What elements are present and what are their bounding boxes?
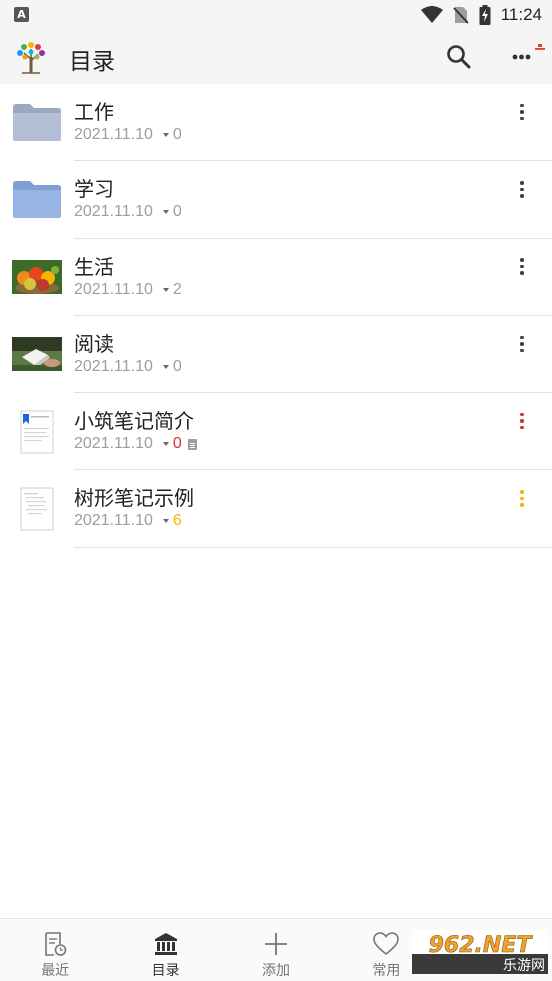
heart-icon (373, 932, 400, 956)
item-more-button[interactable] (508, 407, 536, 435)
add-icon (264, 933, 287, 955)
item-more-button[interactable] (508, 175, 536, 203)
item-meta: 2021.11.10 0 (74, 203, 182, 221)
list-item[interactable]: 生活 2021.11.10 2 (0, 239, 552, 316)
divider (74, 546, 552, 548)
item-date: 2021.11.10 (74, 203, 153, 221)
caret-down-icon (162, 442, 169, 447)
item-count: 6 (172, 512, 182, 530)
tree-logo-icon (17, 42, 45, 74)
status-bar: A 11:24 (0, 0, 552, 30)
battery-charging-icon (479, 5, 491, 25)
item-title: 工作 (74, 100, 114, 124)
wifi-icon (420, 6, 443, 23)
no-sim-icon (453, 7, 469, 24)
nav-favorites-label: 常用 (372, 963, 401, 979)
app-bar: 目录 (0, 30, 552, 84)
item-meta: 2021.11.10 6 (74, 512, 182, 530)
item-count: 0 (172, 126, 182, 143)
note-page-icon (20, 410, 54, 454)
document-icon (187, 438, 197, 450)
upload-badge-icon (535, 44, 545, 50)
nav-recent-label: 最近 (41, 963, 70, 979)
watermark-top-text: 962.NET (429, 933, 534, 958)
list-item[interactable]: 小筑笔记简介 2021.11.10 0 (0, 393, 552, 471)
item-date: 2021.11.10 (74, 126, 153, 143)
item-title: 小筑笔记简介 (74, 409, 194, 434)
item-title: 树形笔记示例 (74, 486, 194, 511)
note-page-icon (20, 487, 54, 531)
nav-catalog-label: 目录 (151, 963, 180, 979)
list-item[interactable]: 树形笔记示例 2021.11.10 6 (0, 470, 552, 548)
folder-icon (13, 181, 61, 219)
item-more-button[interactable] (508, 484, 536, 512)
accessibility-a-icon: A (14, 7, 29, 22)
item-meta: 2021.11.10 0 (74, 126, 182, 144)
item-meta: 2021.11.10 0 (74, 358, 182, 376)
caret-down-icon (162, 287, 169, 292)
item-date: 2021.11.10 (74, 280, 153, 298)
item-count: 0 (172, 203, 182, 221)
item-more-button[interactable] (508, 98, 536, 126)
item-date: 2021.11.10 (74, 435, 153, 453)
item-date: 2021.11.10 (74, 357, 153, 375)
page-title: 目录 (69, 49, 115, 75)
nav-add-label: 添加 (261, 963, 290, 979)
recent-icon (45, 932, 67, 956)
watermark-logo: 962.NET 乐游网 (412, 930, 548, 974)
list-item[interactable]: 阅读 2021.11.10 0 (0, 316, 552, 394)
item-more-button[interactable] (508, 330, 536, 358)
search-icon[interactable] (444, 42, 474, 72)
list-item[interactable]: 学习 2021.11.10 0 (0, 161, 552, 239)
item-count: 0 (172, 435, 182, 453)
fruit-photo (12, 259, 62, 294)
caret-down-icon (162, 210, 169, 215)
item-meta: 2021.11.10 2 (74, 281, 182, 299)
reading-photo (12, 336, 62, 371)
watermark-bottom-text: 乐游网 (503, 958, 545, 974)
item-title: 生活 (74, 254, 114, 279)
more-icon[interactable] (506, 44, 546, 74)
nav-recent[interactable]: 最近 (0, 919, 110, 981)
item-count: 0 (172, 357, 182, 375)
item-meta: 2021.11.10 0 (74, 435, 197, 453)
nav-add[interactable]: 添加 (221, 919, 331, 981)
item-more-button[interactable] (508, 253, 536, 281)
caret-down-icon (162, 364, 169, 369)
item-count: 2 (172, 280, 182, 298)
status-time: 11:24 (500, 5, 542, 24)
caret-down-icon (162, 133, 169, 137)
catalog-icon (154, 933, 177, 955)
item-title: 阅读 (74, 331, 114, 356)
folder-icon (13, 104, 61, 141)
nav-catalog[interactable]: 目录 (110, 919, 220, 981)
item-date: 2021.11.10 (74, 512, 153, 530)
status-icons: 11:24 (420, 4, 542, 26)
catalog-list: 工作 2021.11.10 0 学习 2021.11.10 0 生活 2021.… (0, 84, 552, 548)
list-item[interactable]: 工作 2021.11.10 0 (0, 84, 552, 162)
caret-down-icon (162, 519, 169, 524)
item-title: 学习 (74, 177, 114, 202)
